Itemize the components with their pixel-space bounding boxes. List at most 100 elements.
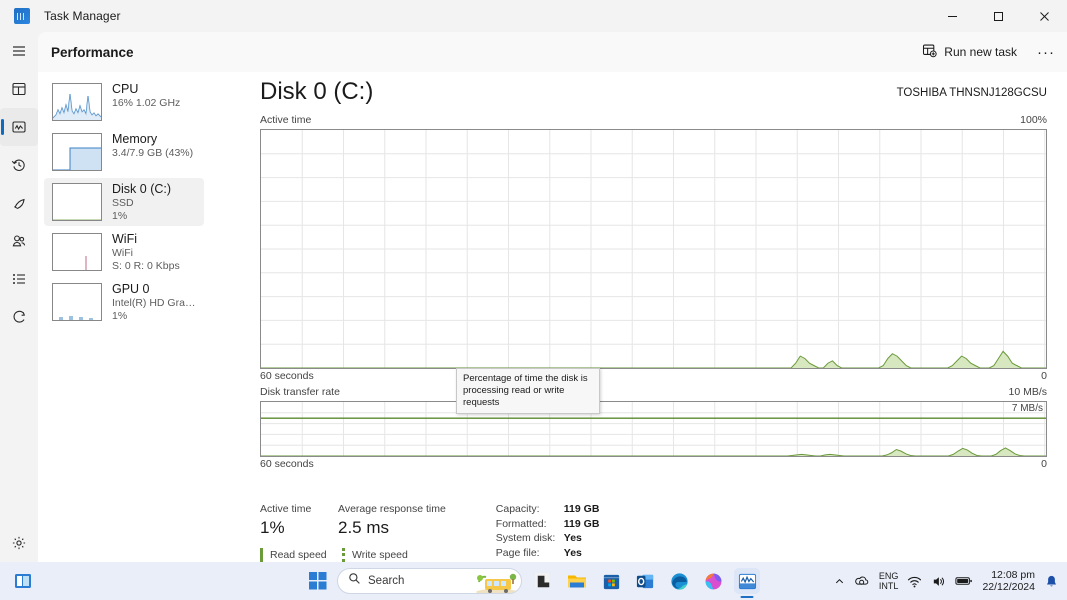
- sidebar-item-startup-apps[interactable]: [0, 184, 38, 222]
- active-time-label: Active time: [260, 114, 312, 126]
- gpu-thumbnail-graph: [52, 283, 102, 321]
- list-item-title: CPU: [112, 82, 139, 96]
- clock[interactable]: 12:08 pm 22/12/2024: [982, 569, 1035, 593]
- copilot-icon[interactable]: [700, 568, 726, 594]
- onedrive-icon[interactable]: [854, 573, 870, 589]
- disk-thumbnail-graph: [52, 183, 102, 221]
- sidebar-item-services[interactable]: [0, 298, 38, 336]
- sidebar-item-details[interactable]: [0, 260, 38, 298]
- windows-taskbar: Search ENG INTL 12:08 pm 22/12/2024: [0, 562, 1067, 600]
- language-line1: ENG: [878, 571, 899, 581]
- sidebar-item-app-history[interactable]: [0, 146, 38, 184]
- content-shell: Performance Run new task ··· CPU 16% 1.0…: [38, 32, 1067, 586]
- list-item-sub2: 1%: [112, 310, 128, 322]
- stat-active-time: Active time 1%: [260, 502, 332, 540]
- info-key: Capacity:: [495, 503, 540, 515]
- sidebar-item-users[interactable]: [0, 222, 38, 260]
- minimize-button[interactable]: [929, 0, 975, 32]
- close-button[interactable]: [1021, 0, 1067, 32]
- search-input[interactable]: Search: [337, 568, 522, 594]
- toolbar-actions: Run new task ···: [912, 32, 1061, 72]
- nav-rail: [0, 32, 38, 574]
- run-new-task-button[interactable]: Run new task: [912, 38, 1027, 66]
- sidebar-item-processes[interactable]: [0, 70, 38, 108]
- transfer-rate-min: 0: [1041, 458, 1047, 470]
- run-new-task-icon: [922, 43, 937, 61]
- list-item-text: Disk 0 (C:) SSD 1%: [112, 181, 171, 223]
- list-item-text: WiFi WiFi S: 0 R: 0 Kbps: [112, 231, 180, 273]
- stat-read-speed-key: Read speed: [270, 549, 327, 561]
- wifi-icon[interactable]: [907, 574, 922, 589]
- task-manager-window: Task Manager Performance Run new task ··…: [0, 0, 1067, 600]
- detail-pane: Disk 0 (C:) TOSHIBA THNSNJ128GCSU Active…: [210, 72, 1067, 586]
- title-bar: Task Manager: [0, 0, 1067, 32]
- language-indicator[interactable]: ENG INTL: [879, 571, 899, 591]
- transfer-rate-graph[interactable]: 7 MB/s: [260, 401, 1047, 457]
- file-explorer-icon[interactable]: [564, 568, 590, 594]
- list-item[interactable]: Memory 3.4/7.9 GB (43%): [44, 128, 204, 176]
- list-item-text: GPU 0 Intel(R) HD Graphi... 1%: [112, 281, 200, 323]
- active-time-graph[interactable]: [260, 129, 1047, 369]
- volume-icon[interactable]: [931, 574, 946, 589]
- clock-date: 22/12/2024: [982, 581, 1035, 593]
- active-time-labels: Active time 100%: [260, 114, 1047, 127]
- list-item-title: WiFi: [112, 232, 137, 246]
- start-button[interactable]: [307, 570, 329, 592]
- notification-bell-icon[interactable]: [1044, 574, 1059, 589]
- active-time-axis: 60 seconds 0: [260, 370, 1047, 384]
- list-item[interactable]: CPU 16% 1.02 GHz: [44, 78, 204, 126]
- list-item-text: Memory 3.4/7.9 GB (43%): [112, 131, 193, 160]
- list-item-sub2: S: 0 R: 0 Kbps: [112, 260, 180, 272]
- active-time-xlabel: 60 seconds: [260, 370, 314, 382]
- wifi-thumbnail-graph: [52, 233, 102, 271]
- active-time-min: 0: [1041, 370, 1047, 382]
- table-row: System disk: Yes: [496, 531, 600, 546]
- sidebar-item-performance[interactable]: [0, 108, 38, 146]
- list-item-title: Disk 0 (C:): [112, 182, 172, 196]
- resource-list: CPU 16% 1.02 GHz Memory 3.4/7.9 GB (43%): [38, 72, 210, 574]
- detail-header: Disk 0 (C:) TOSHIBA THNSNJ128GCSU: [210, 72, 1067, 114]
- task-manager-icon: [14, 8, 30, 24]
- maximize-button[interactable]: [975, 0, 1021, 32]
- list-item-title: Memory: [112, 132, 158, 146]
- graph-tooltip: Percentage of time the disk is processin…: [456, 368, 600, 414]
- settings-gear-icon[interactable]: [0, 524, 38, 562]
- cpu-thumbnail-graph: [52, 83, 102, 121]
- stat-avg-response-key: Average response time: [338, 503, 446, 515]
- transfer-rate-label: Disk transfer rate: [260, 386, 340, 398]
- more-options-button[interactable]: ···: [1031, 38, 1061, 66]
- edge-icon[interactable]: [666, 568, 692, 594]
- transfer-rate-labels: Disk transfer rate 10 MB/s: [260, 386, 1047, 399]
- task-manager-icon[interactable]: [734, 568, 760, 594]
- stat-avg-response-value: 2.5 ms: [338, 518, 390, 537]
- info-value: 119 GB: [563, 503, 600, 515]
- stat-write-speed-key: Write speed: [352, 549, 408, 561]
- transfer-rate-marker-label: 7 MB/s: [1011, 403, 1043, 414]
- stat-active-time-value: 1%: [260, 518, 285, 537]
- list-item[interactable]: WiFi WiFi S: 0 R: 0 Kbps: [44, 228, 204, 276]
- system-tray: ENG INTL 12:08 pm 22/12/2024: [834, 569, 1059, 593]
- clock-time: 12:08 pm: [991, 569, 1035, 581]
- outlook-icon[interactable]: [632, 568, 658, 594]
- microsoft-store-icon[interactable]: [598, 568, 624, 594]
- list-item-sub1: 3.4/7.9 GB (43%): [112, 147, 194, 159]
- language-line2: INTL: [878, 581, 899, 591]
- hamburger-menu-icon[interactable]: [0, 32, 38, 70]
- window-controls: [929, 0, 1067, 32]
- active-time-max: 100%: [1020, 114, 1047, 126]
- search-placeholder: Search: [368, 575, 405, 587]
- list-item[interactable]: Disk 0 (C:) SSD 1%: [44, 178, 204, 226]
- list-item[interactable]: GPU 0 Intel(R) HD Graphi... 1%: [44, 278, 204, 326]
- battery-icon[interactable]: [955, 574, 973, 588]
- terminal-icon[interactable]: [530, 568, 556, 594]
- stat-active-time-key: Active time: [260, 503, 312, 515]
- info-key: System disk:: [495, 532, 556, 544]
- list-item-text: CPU 16% 1.02 GHz: [112, 81, 180, 110]
- tray-overflow-chevron-icon[interactable]: [834, 576, 845, 587]
- info-key: Page file:: [495, 546, 540, 559]
- list-item-sub1: SSD: [112, 197, 134, 209]
- table-row: Capacity: 119 GB: [496, 502, 600, 517]
- disk-title: Disk 0 (C:): [260, 78, 374, 105]
- table-row: Page file: Yes: [496, 546, 600, 561]
- page-title: Performance: [51, 44, 134, 60]
